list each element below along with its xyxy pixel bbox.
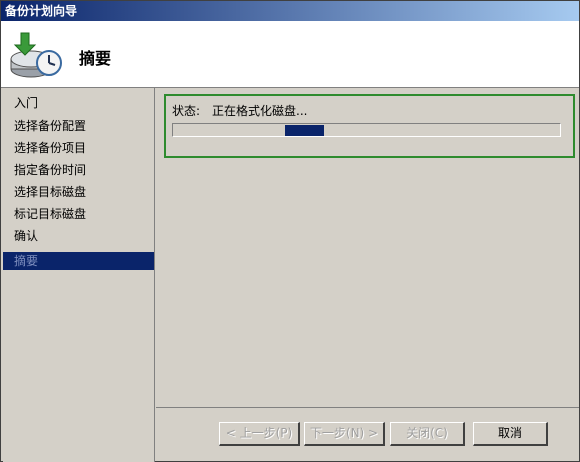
backup-clock-icon (9, 29, 63, 81)
wizard-content: 状态: 正在格式化磁盘... (156, 88, 579, 407)
step-label-destination-disk: 标记目标磁盘 (14, 207, 87, 221)
wizard-steps-sidebar: 入门 选择备份配置 选择备份项目 指定备份时间 选择目标磁盘 标记目标磁盘 确认… (3, 88, 155, 462)
next-button[interactable]: 下一步(N) > (304, 422, 385, 446)
progress-bar (172, 123, 561, 137)
back-button[interactable]: < 上一步(P) (219, 422, 300, 446)
step-summary-active: 摘要 (3, 252, 154, 270)
status-group: 状态: 正在格式化磁盘... (164, 94, 575, 158)
step-backup-items: 选择备份项目 (14, 141, 87, 155)
wizard-header: 摘要 (1, 21, 579, 88)
step-getting-started: 入门 (14, 96, 39, 110)
step-confirmation: 确认 (14, 229, 39, 243)
wizard-footer: < 上一步(P) 下一步(N) > 关闭(C) 取消 (156, 407, 579, 462)
window-title: 备份计划向导 (5, 4, 78, 18)
progress-marquee-segment (285, 125, 324, 136)
close-button[interactable]: 关闭(C) (390, 422, 465, 446)
page-title: 摘要 (79, 49, 112, 68)
cancel-button[interactable]: 取消 (473, 422, 548, 446)
status-label: 状态: (172, 104, 201, 118)
status-value: 正在格式化磁盘... (212, 104, 308, 118)
step-backup-configuration: 选择备份配置 (14, 119, 87, 133)
step-select-destination-disk: 选择目标磁盘 (14, 185, 87, 199)
wizard-window: 备份计划向导 摘要 入门 选择备份配置 选择备份项目 指定备份时间 选择目标磁盘… (0, 0, 580, 462)
step-backup-time: 指定备份时间 (14, 163, 87, 177)
title-bar[interactable]: 备份计划向导 (1, 1, 579, 21)
